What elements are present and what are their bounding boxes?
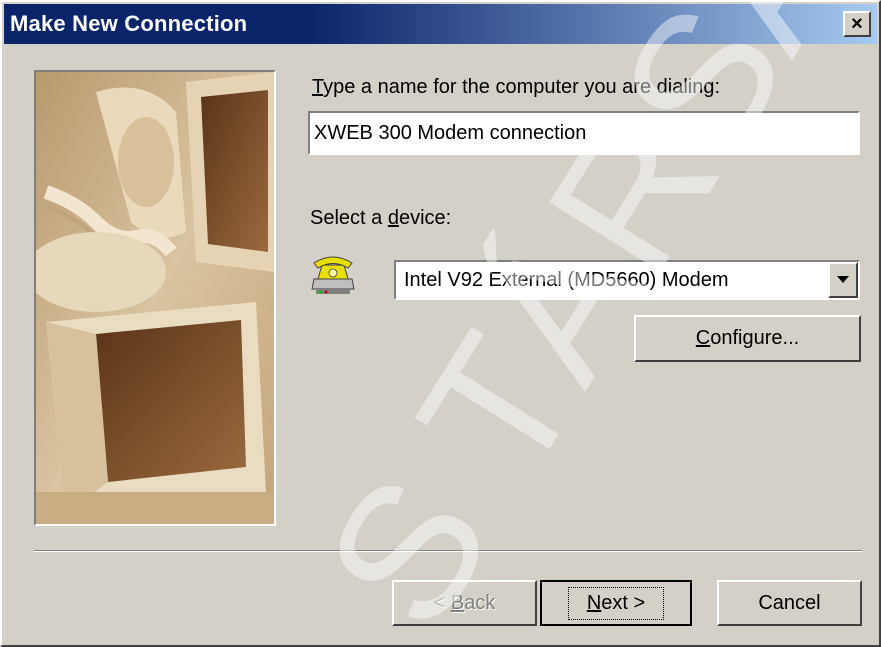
title-bar[interactable]: Make New Connection × [4,4,877,44]
focus-rectangle: Next > [567,586,665,620]
label-text: ype a name for the computer you are dial… [323,76,721,98]
back-button[interactable]: < Back [392,580,537,626]
button-label: Cancel [758,591,821,614]
back-arrow: < [433,591,451,614]
computer-name-label: Type a name for the computer you are dia… [312,76,720,99]
device-label: Select a device: [310,207,451,230]
button-label: ack [464,591,496,614]
device-select[interactable]: Intel V92 External (MD5660) Modem [394,260,860,300]
close-button[interactable]: × [843,11,871,37]
hotkey-n: N [586,591,602,614]
computers-illustration-icon [36,72,274,524]
hotkey-c: C [695,327,711,349]
configure-button[interactable]: Configure... [634,315,861,362]
hotkey-b: B [450,591,465,614]
make-new-connection-dialog: Make New Connection × Type a name for th… [0,0,881,647]
window-title: Make New Connection [10,11,248,36]
hotkey-d: d [387,207,399,229]
computer-name-input[interactable] [308,111,860,155]
label-text-pre: Select a [310,207,388,229]
close-icon: × [851,13,863,35]
separator [34,550,862,552]
dropdown-button[interactable] [828,262,858,298]
chevron-down-icon [837,276,849,283]
device-select-value: Intel V92 External (MD5660) Modem [404,269,729,291]
hotkey-t: T [312,76,324,98]
button-label: onfigure... [710,327,800,349]
cancel-button[interactable]: Cancel [717,580,862,626]
phone-modem-icon [311,256,355,294]
next-button[interactable]: Next > [540,580,692,626]
label-text-rest: evice: [398,207,452,229]
button-label: ext > [601,591,646,614]
wizard-illustration [34,70,276,526]
